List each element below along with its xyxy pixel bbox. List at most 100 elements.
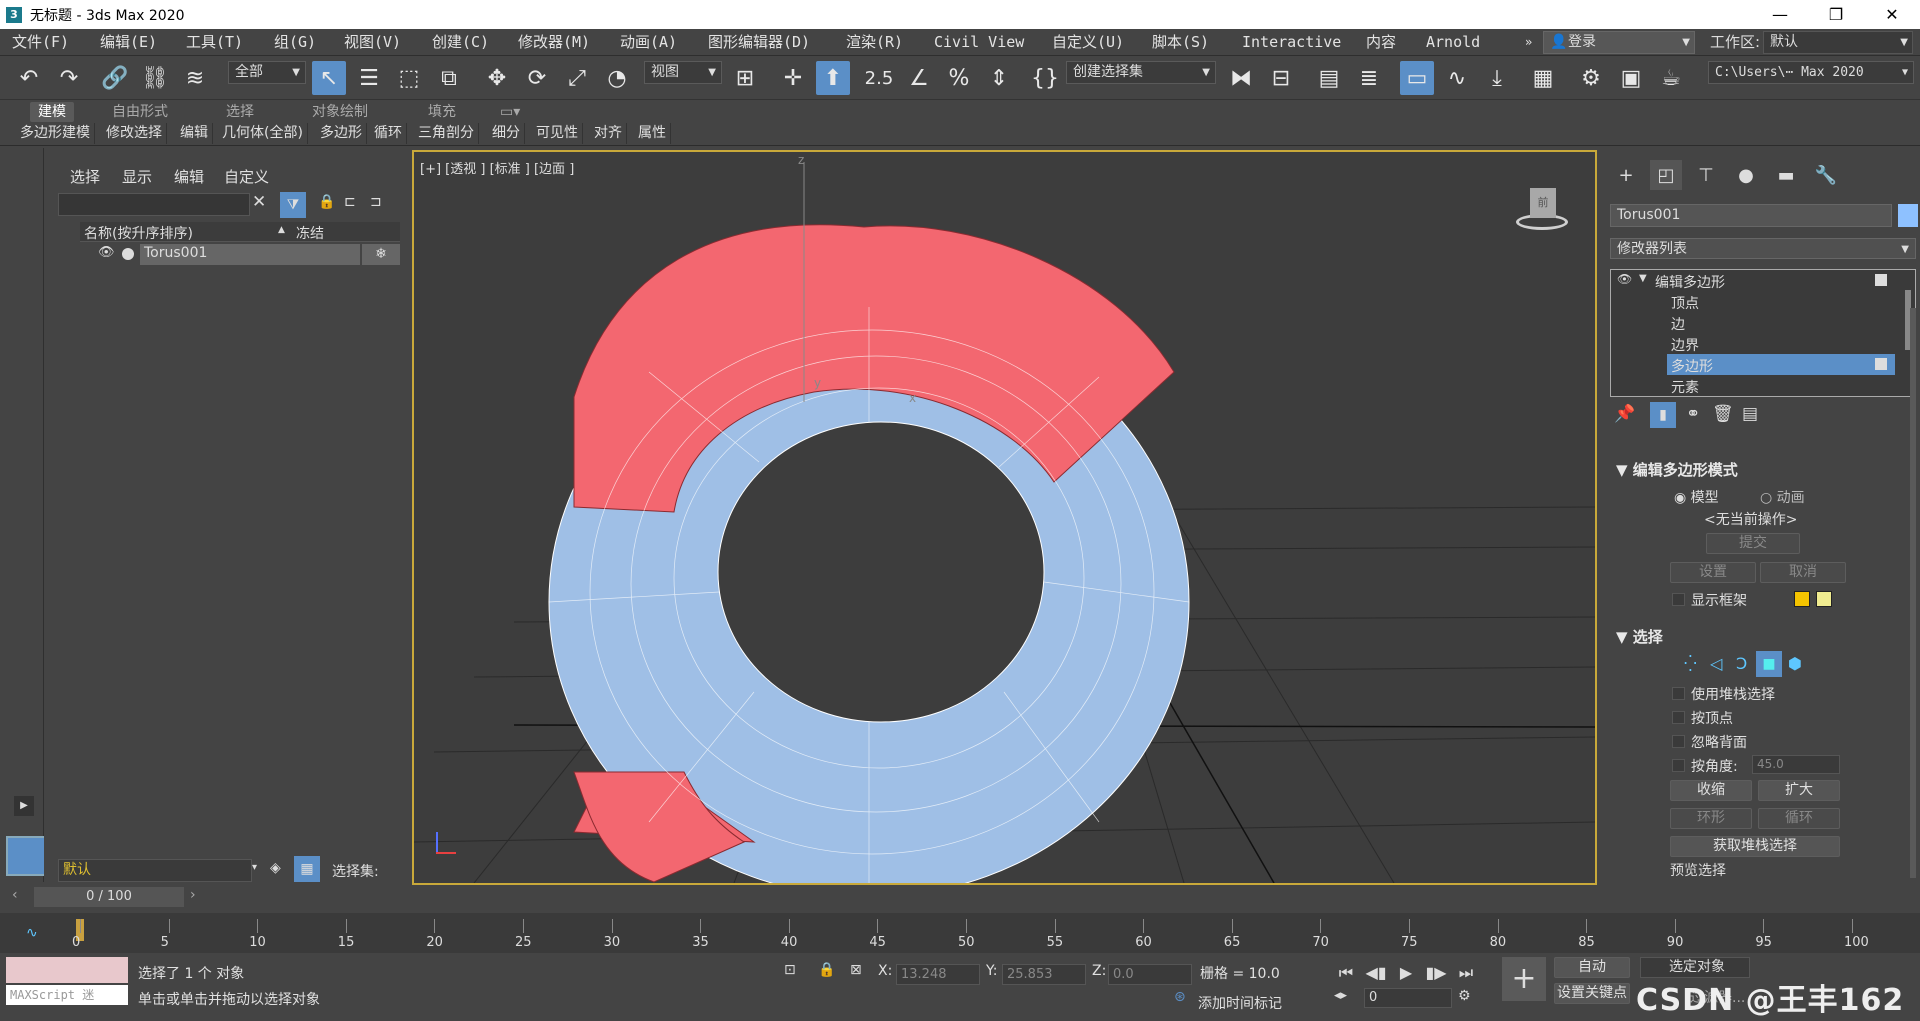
ref-coord-dropdown[interactable]: 视图 ▼ — [644, 61, 722, 84]
collapse-arrow-icon[interactable]: ▼ — [1639, 273, 1647, 284]
layers-icon[interactable]: ◈ — [270, 860, 281, 876]
time-config-icon[interactable]: ⚙ — [1458, 988, 1471, 1004]
absolute-mode-icon[interactable]: ⊠ — [850, 962, 862, 978]
show-end-result-icon[interactable]: ▮ — [1650, 402, 1676, 428]
menu-graph-editors[interactable]: 图形编辑器(D) — [708, 29, 810, 56]
polygon-mode-icon[interactable]: ■ — [1756, 651, 1782, 677]
create-tab-icon[interactable]: + — [1610, 160, 1642, 190]
menu-group[interactable]: 组(G) — [274, 29, 316, 56]
scene-menu-select[interactable]: 选择 — [70, 166, 100, 187]
configure-sets-icon[interactable]: ▤ — [1742, 404, 1758, 424]
object-color-swatch[interactable] — [1898, 204, 1918, 227]
snap-toggle-icon[interactable]: 2.5 — [862, 61, 896, 95]
ribbon-align[interactable]: 对齐 — [590, 123, 627, 144]
scene-search-input[interactable] — [58, 193, 250, 216]
tab-populate[interactable]: 填充 — [420, 102, 464, 122]
stack-item-edge[interactable]: 边 — [1671, 314, 1685, 334]
select-object-icon[interactable]: ↖ — [312, 61, 346, 95]
menu-views[interactable]: 视图(V) — [344, 29, 401, 56]
select-manipulate-icon[interactable]: ✛ — [776, 61, 810, 95]
maxscript-input[interactable]: MAXScript 迷 — [6, 985, 128, 1005]
menu-animation[interactable]: 动画(A) — [620, 29, 677, 56]
commit-button[interactable]: 提交 — [1706, 533, 1800, 554]
filter-active-icon[interactable]: ⧩ — [280, 192, 306, 218]
render-setup-icon[interactable]: ⚙ — [1574, 61, 1608, 95]
stack-item-edit-poly[interactable]: 编辑多边形 — [1655, 272, 1725, 292]
stack-item-element[interactable]: 元素 — [1671, 377, 1699, 397]
minimize-button[interactable]: — — [1752, 0, 1808, 29]
unlink-icon[interactable]: ⛓ — [138, 61, 172, 95]
goto-end-icon[interactable]: ⏭ — [1454, 961, 1478, 985]
tab-object-paint[interactable]: 对象绘制 — [304, 102, 376, 122]
edit-named-sel-icon[interactable]: {} — [1028, 61, 1062, 95]
scene-menu-edit[interactable]: 编辑 — [174, 166, 204, 187]
hierarchy-view-icon[interactable]: ▦ — [294, 856, 320, 882]
ribbon-toggle-icon[interactable]: ▭ — [1400, 61, 1434, 95]
selection-lock-icon[interactable]: 🔒 — [818, 962, 835, 978]
ribbon-geometry-all[interactable]: 几何体(全部) — [218, 123, 308, 144]
rollout-selection-header[interactable]: ▼ 选择 — [1616, 626, 1663, 647]
sort-icon[interactable]: ⊐ — [370, 194, 382, 210]
schematic-view-icon[interactable]: ⤓ — [1480, 61, 1514, 95]
tab-selection[interactable]: 选择 — [218, 102, 262, 122]
pin-stack-icon[interactable]: 📌 — [1614, 404, 1635, 424]
scene-menu-customize[interactable]: 自定义 — [224, 166, 269, 187]
stack-item-border[interactable]: 边界 — [1671, 335, 1699, 355]
stack-toggle[interactable] — [1875, 358, 1887, 370]
next-key-icon[interactable]: ▮▶ — [1424, 961, 1448, 985]
track-bar[interactable]: ∿ 0 5 10 15 20 25 30 35 40 45 50 55 60 65 70 75 80 85 90 95… — [0, 913, 1920, 953]
menu-file[interactable]: 文件(F) — [12, 29, 69, 56]
menu-rendering[interactable]: 渲染(R) — [846, 29, 903, 56]
ribbon-subdivision[interactable]: 细分 — [488, 123, 525, 144]
time-slider-thumb[interactable]: 0 / 100 — [34, 887, 184, 907]
modify-tab-icon[interactable]: ◰ — [1650, 160, 1682, 190]
settings-button[interactable]: 设置 — [1670, 562, 1756, 583]
ribbon-visibility[interactable]: 可见性 — [532, 123, 583, 144]
loop-button[interactable]: 循环 — [1758, 808, 1840, 829]
border-mode-icon[interactable]: Ↄ — [1736, 654, 1747, 673]
next-frame-icon[interactable]: › — [190, 887, 196, 903]
z-coordinate-field[interactable]: 0.0 — [1108, 964, 1192, 985]
material-editor-icon[interactable]: ▦ — [1526, 61, 1560, 95]
freeze-icon[interactable]: ❄ — [362, 244, 400, 265]
move-icon[interactable]: ✥ — [480, 61, 514, 95]
scene-menu-display[interactable]: 显示 — [122, 166, 152, 187]
ring-button[interactable]: 环形 — [1670, 808, 1752, 829]
chevron-down-icon[interactable]: ▾ — [252, 862, 257, 873]
pivot-icon[interactable]: ⊞ — [728, 61, 762, 95]
cage-color-swatch[interactable] — [1794, 591, 1810, 607]
y-coordinate-field[interactable]: 25.853 — [1002, 964, 1086, 985]
bind-spacewarp-icon[interactable]: ≋ — [178, 61, 212, 95]
element-mode-icon[interactable]: ⬢ — [1788, 654, 1802, 673]
rotate-icon[interactable]: ⟳ — [520, 61, 554, 95]
command-panel-scrollbar[interactable] — [1910, 308, 1916, 878]
restore-button[interactable]: ❐ — [1808, 0, 1864, 29]
menu-create[interactable]: 创建(C) — [432, 29, 489, 56]
rendered-frame-icon[interactable]: ▣ — [1614, 61, 1648, 95]
selection-filter-dropdown[interactable]: 全部 ▼ — [228, 61, 306, 84]
curve-editor-icon[interactable]: ∿ — [1440, 61, 1474, 95]
angle-spinner[interactable]: 45.0 — [1752, 755, 1840, 774]
time-tag-icon[interactable]: ⊛ — [1174, 989, 1186, 1005]
rollout-edit-poly-mode-header[interactable]: ▼ 编辑多边形模式 — [1616, 459, 1738, 480]
percent-snap-icon[interactable]: % — [942, 61, 976, 95]
table-row[interactable]: 👁 Torus001 ❄ — [80, 244, 400, 265]
login-dropdown[interactable]: 👤 登录 ▼ — [1543, 31, 1695, 54]
edge-mode-icon[interactable]: ◁ — [1710, 654, 1722, 673]
by-vertex-checkbox[interactable]: 按顶点 — [1672, 708, 1733, 728]
cage-selected-color-swatch[interactable] — [1816, 591, 1832, 607]
play-icon[interactable]: ▶ — [1394, 961, 1418, 985]
project-path-dropdown[interactable]: C:\Users\⋯ Max 2020 ▼ — [1708, 61, 1914, 84]
auto-key-button[interactable]: 自动 — [1554, 957, 1630, 978]
stack-toggle[interactable] — [1875, 274, 1887, 286]
place-icon[interactable]: ◔ — [600, 61, 634, 95]
object-name[interactable]: Torus001 — [144, 245, 207, 261]
by-angle-checkbox[interactable]: 按角度: — [1672, 756, 1738, 776]
set-key-button[interactable]: 设置关键点 — [1554, 983, 1630, 1004]
named-selection-dropdown[interactable]: 创建选择集 ▼ — [1066, 61, 1216, 84]
menu-modifiers[interactable]: 修改器(M) — [518, 29, 590, 56]
menu-customize[interactable]: 自定义(U) — [1052, 29, 1124, 56]
align-icon[interactable]: ⊟ — [1264, 61, 1298, 95]
hierarchy-icon[interactable]: ⊏ — [344, 194, 356, 210]
tab-modeling[interactable]: 建模 — [30, 102, 74, 122]
